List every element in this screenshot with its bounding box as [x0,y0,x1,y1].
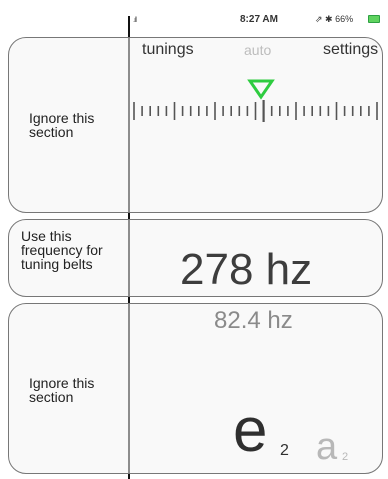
tab-auto[interactable]: auto [244,42,271,58]
annotation-note-bottom: Ignore this section [29,376,94,404]
annotation-note-top: Ignore this section [29,111,94,139]
tuning-scale [133,100,378,122]
annotation-note-middle: Use this frequency for tuning belts [21,229,103,271]
tab-settings[interactable]: settings [323,41,378,59]
current-note-octave: 2 [280,442,289,459]
current-note: e [233,396,268,465]
annotation-bottom-line-2: section [29,389,74,405]
annotation-bottom-line-1: Ignore this [29,375,95,391]
annotation-panel-top: Ignore this section [8,37,383,213]
signal-strength-icon: .ıll [133,17,137,24]
next-note: a [316,426,338,468]
status-time: 8:27 AM [240,14,278,25]
annotation-middle-line-1: Use this [21,228,72,244]
tab-tunings[interactable]: tunings [142,41,194,59]
status-bar: .ıll 8:27 AM ⇗ ✱ 66% [132,8,382,28]
annotation-top-line-2: section [29,124,74,140]
battery-icon [368,15,380,23]
annotation-middle-line-2: frequency for [21,242,103,258]
status-right-info: ⇗ ✱ 66% [315,14,354,24]
next-note-octave: 2 [342,451,349,463]
indicator-triangle [247,79,275,100]
annotation-top-line-1: Ignore this [29,110,95,126]
reference-frequency: 82.4 hz [214,307,293,334]
detected-frequency: 278 hz [180,245,313,294]
annotation-middle-line-3: tuning belts [21,256,93,272]
pitch-indicator-icon [247,79,275,100]
screenshot-stage: .ıll 8:27 AM ⇗ ✱ 66% Ignore this section… [0,0,388,479]
